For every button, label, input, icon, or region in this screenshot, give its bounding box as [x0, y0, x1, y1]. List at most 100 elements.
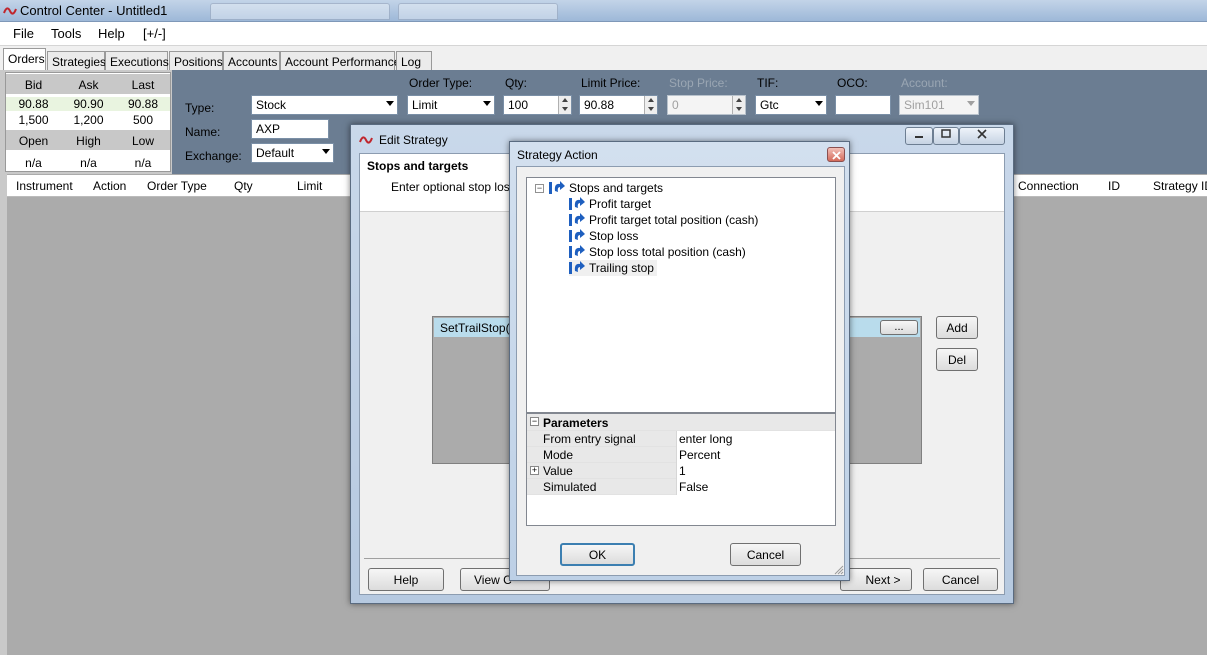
col-order-type[interactable]: Order Type	[147, 179, 207, 193]
tab-account-performance[interactable]: Account Performance	[280, 51, 400, 70]
expand-icon[interactable]: +	[530, 466, 539, 475]
order-type-value: Limit	[412, 98, 438, 112]
close-icon	[977, 129, 987, 139]
stop-price-input[interactable]: 0	[667, 95, 746, 115]
window-title: Control Center - Untitled1	[20, 3, 168, 18]
menu-expand-toggle[interactable]: [+/-]	[143, 26, 166, 41]
exchange-label: Exchange:	[185, 149, 242, 163]
strategy-action-icon	[569, 213, 585, 226]
parameters-title: Parameters	[543, 416, 609, 430]
account-label: Account:	[901, 76, 948, 90]
strategy-action-icon	[549, 181, 565, 194]
help-button[interactable]: Help	[368, 568, 444, 591]
tab-log[interactable]: Log	[396, 51, 432, 70]
menu-tools[interactable]: Tools	[51, 26, 81, 41]
exchange-select[interactable]: Default	[251, 143, 334, 163]
tab-executions[interactable]: Executions	[105, 51, 169, 70]
app-logo-icon	[3, 7, 17, 15]
cancel-button[interactable]: Cancel	[730, 543, 801, 566]
param-name: Simulated	[543, 480, 597, 494]
stop-price-spinner[interactable]	[732, 96, 745, 114]
parameters-category[interactable]: − Parameters	[527, 414, 835, 431]
limit-price-value: 90.88	[584, 98, 615, 112]
quote-bid-size: 1,500	[18, 113, 49, 127]
param-name: Mode	[543, 448, 574, 462]
param-value[interactable]: 1	[676, 463, 835, 479]
quote-high: n/a	[80, 156, 97, 170]
limit-price-spinner[interactable]	[644, 96, 657, 114]
action-tree[interactable]: − Stops and targets Profit target Profit…	[526, 177, 836, 413]
type-select[interactable]: Stock	[251, 95, 398, 115]
menu-help[interactable]: Help	[98, 26, 125, 41]
qty-input[interactable]: 100	[503, 95, 572, 115]
parameters-grid: − Parameters From entry signal enter lon…	[526, 413, 836, 526]
param-row-simulated[interactable]: Simulated False	[527, 479, 835, 495]
tree-node-stops-and-targets[interactable]: − Stops and targets	[535, 180, 663, 196]
tree-item-stop-loss[interactable]: Stop loss	[569, 228, 638, 244]
tab-accounts[interactable]: Accounts	[223, 51, 280, 70]
col-instrument[interactable]: Instrument	[16, 179, 73, 193]
tree-root-label: Stops and targets	[569, 181, 664, 195]
close-icon	[832, 151, 841, 160]
quote-box: Bid Ask Last 90.88 90.90 90.88 1,500 1,2…	[5, 72, 171, 172]
limit-price-input[interactable]: 90.88	[579, 95, 658, 115]
resize-grip-icon[interactable]	[834, 565, 844, 575]
qty-spinner[interactable]	[558, 96, 571, 114]
strategy-action-body: − Stops and targets Profit target Profit…	[516, 166, 845, 576]
strategy-action-title: Strategy Action	[517, 148, 598, 162]
menu-bar: File Tools Help [+/-]	[0, 22, 1207, 46]
menu-file[interactable]: File	[13, 26, 34, 41]
dialog-close-button[interactable]	[827, 147, 845, 162]
close-button[interactable]	[959, 127, 1005, 145]
param-row-value[interactable]: + Value 1	[527, 463, 835, 479]
qty-label: Qty:	[505, 76, 528, 90]
add-button[interactable]: Add	[936, 316, 978, 339]
tab-bar: Orders Strategies Executions Positions A…	[0, 46, 1207, 70]
param-value[interactable]: Percent	[676, 447, 835, 463]
next-button[interactable]: Next >	[840, 568, 912, 591]
minimize-button[interactable]	[905, 127, 933, 145]
ok-button[interactable]: OK	[560, 543, 635, 566]
name-input[interactable]: AXP	[251, 119, 329, 139]
chevron-down-icon	[322, 149, 330, 154]
cancel-button[interactable]: Cancel	[923, 568, 998, 591]
tree-item-stop-loss-cash[interactable]: Stop loss total position (cash)	[569, 244, 746, 260]
tree-item-profit-target-cash[interactable]: Profit target total position (cash)	[569, 212, 758, 228]
stop-price-value: 0	[672, 98, 679, 112]
quote-ask-price: 90.90	[61, 97, 116, 111]
tree-item-profit-target[interactable]: Profit target	[569, 196, 651, 212]
tab-positions[interactable]: Positions	[169, 51, 223, 70]
param-value[interactable]: False	[676, 479, 835, 495]
maximize-button[interactable]	[933, 127, 959, 145]
chevron-down-icon	[386, 101, 394, 106]
collapse-icon[interactable]: −	[535, 183, 544, 193]
quote-header-high: High	[61, 130, 116, 150]
tree-item-trailing-stop[interactable]: Trailing stop	[569, 260, 657, 276]
param-row-mode[interactable]: Mode Percent	[527, 447, 835, 463]
quote-low: n/a	[134, 156, 152, 170]
name-label: Name:	[185, 125, 221, 139]
chevron-down-icon	[483, 101, 491, 106]
tree-item-label: Trailing stop	[589, 261, 654, 275]
tif-select[interactable]: Gtc	[755, 95, 827, 115]
order-type-select[interactable]: Limit	[407, 95, 495, 115]
col-action[interactable]: Action	[93, 179, 126, 193]
quote-header-open: Open	[6, 130, 61, 150]
param-row-from-entry-signal[interactable]: From entry signal enter long	[527, 431, 835, 447]
account-select[interactable]: Sim101	[899, 95, 979, 115]
param-name: From entry signal	[543, 432, 636, 446]
edit-action-button[interactable]: ...	[880, 320, 918, 335]
collapse-icon[interactable]: −	[530, 417, 539, 426]
tab-orders[interactable]: Orders	[3, 48, 46, 70]
col-id[interactable]: ID	[1108, 179, 1120, 193]
col-qty[interactable]: Qty	[234, 179, 253, 193]
col-limit[interactable]: Limit	[297, 179, 322, 193]
tab-strategies[interactable]: Strategies	[47, 51, 106, 70]
param-value[interactable]: enter long	[676, 431, 835, 447]
oco-input[interactable]	[835, 95, 891, 115]
maximize-icon	[941, 129, 951, 138]
strategy-action-text: SetTrailStop("	[440, 321, 514, 335]
col-connection[interactable]: Connection	[1018, 179, 1079, 193]
del-button[interactable]: Del	[936, 348, 978, 371]
col-strategy-id[interactable]: Strategy ID	[1153, 179, 1207, 193]
